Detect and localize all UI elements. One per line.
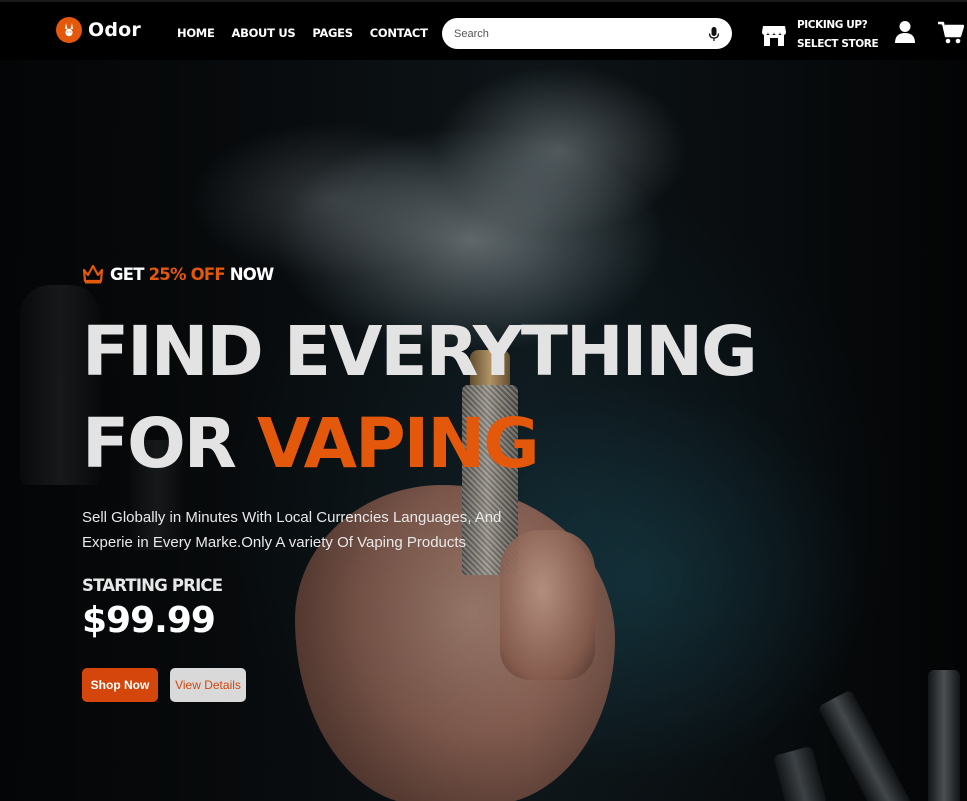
- crown-icon: [82, 264, 104, 284]
- mic-icon[interactable]: [708, 26, 720, 42]
- main-nav: HOME ABOUT US PAGES CONTACT: [177, 26, 428, 40]
- store-action: SELECT STORE: [797, 38, 879, 50]
- hero-description: Sell Globally in Minutes With Local Curr…: [82, 509, 502, 551]
- user-icon[interactable]: [894, 20, 916, 44]
- nav-contact[interactable]: CONTACT: [370, 26, 428, 40]
- price-label: STARTING PRICE: [82, 576, 223, 595]
- cart-icon[interactable]: [938, 21, 964, 45]
- select-store[interactable]: PICKING UP? SELECT STORE: [761, 16, 879, 54]
- view-details-button[interactable]: View Details: [170, 668, 246, 702]
- nav-pages[interactable]: PAGES: [312, 26, 353, 40]
- promo-discount: 25% OFF: [148, 264, 226, 284]
- search-input[interactable]: [454, 27, 708, 40]
- headline-prefix: FOR: [82, 404, 257, 484]
- price-value: $99.99: [82, 600, 216, 641]
- hero-headline-line2: FOR VAPING: [82, 410, 540, 479]
- hero-headline-line1: FIND EVERYTHING: [82, 312, 758, 392]
- shop-now-button[interactable]: Shop Now: [82, 668, 158, 702]
- promo-tag: GET 25% OFF NOW: [82, 264, 274, 284]
- promo-prefix: GET: [110, 264, 149, 284]
- brand-logo[interactable]: Odor: [56, 17, 141, 43]
- rabbit-logo-icon: [56, 17, 82, 43]
- search-bar: [442, 18, 732, 49]
- store-prompt: PICKING UP?: [797, 19, 868, 31]
- headline-accent: VAPING: [256, 404, 540, 484]
- nav-about-us[interactable]: ABOUT US: [232, 26, 296, 40]
- brand-name: Odor: [88, 19, 141, 41]
- site-header: Odor HOME ABOUT US PAGES CONTACT PICKING…: [0, 0, 967, 60]
- promo-suffix: NOW: [224, 264, 274, 284]
- nav-home[interactable]: HOME: [177, 26, 215, 40]
- store-icon: [762, 26, 786, 46]
